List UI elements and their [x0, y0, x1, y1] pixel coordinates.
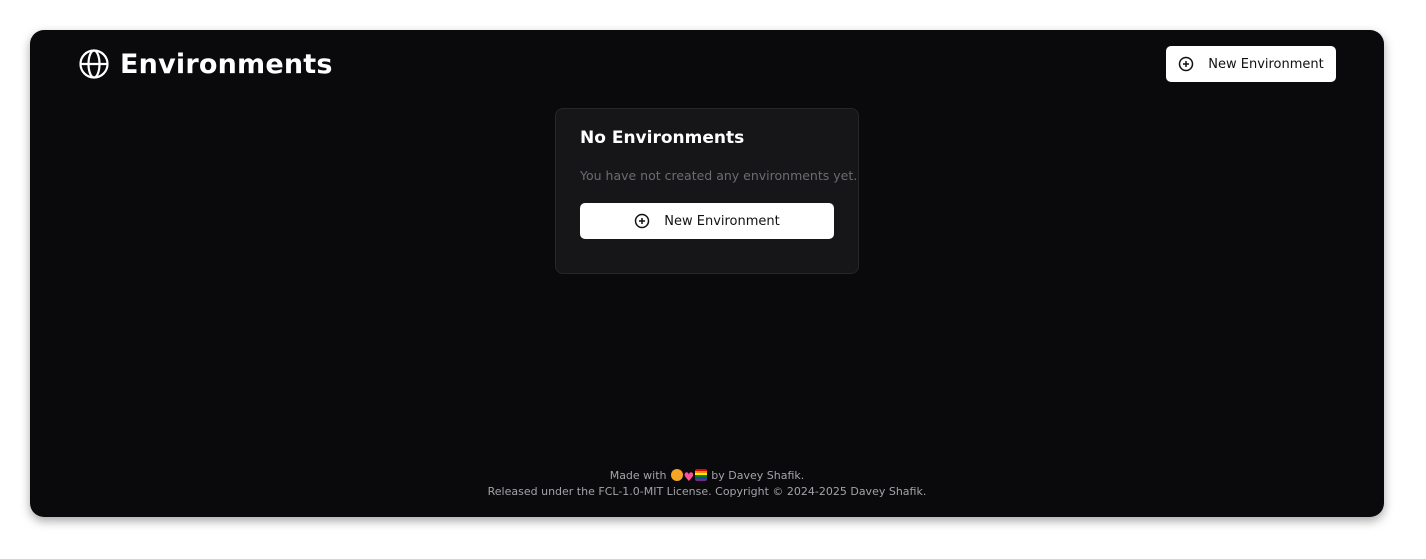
app-window: Environments New Environment No Environm… [30, 30, 1384, 517]
plus-circle-icon [1178, 56, 1194, 72]
empty-state-button-label: New Environment [664, 213, 780, 229]
empty-state-card: No Environments You have not created any… [555, 108, 859, 274]
new-environment-button-label: New Environment [1208, 56, 1324, 72]
empty-state-description: You have not created any environments ye… [580, 168, 858, 183]
globe-icon [78, 48, 110, 80]
footer: Made with ♥ by Davey Shafik. Released un… [30, 468, 1384, 500]
plus-circle-icon [634, 213, 650, 229]
page-title: Environments [120, 48, 333, 80]
page-header: Environments [78, 48, 333, 80]
footer-made-with-suffix: by Davey Shafik. [711, 469, 805, 482]
new-environment-button[interactable]: New Environment [1166, 46, 1336, 82]
rainbow-flag-icon [695, 469, 708, 481]
footer-made-with-prefix: Made with [609, 469, 667, 482]
heart-icon: ♥ [683, 470, 695, 484]
smiling-face-icon [670, 469, 683, 481]
footer-license: Released under the FCL-1.0-MIT License. … [487, 485, 927, 498]
empty-state-new-environment-button[interactable]: New Environment [580, 203, 834, 239]
footer-made-with: Made with ♥ by Davey Shafik. [30, 468, 1384, 484]
empty-state-title: No Environments [580, 128, 745, 148]
